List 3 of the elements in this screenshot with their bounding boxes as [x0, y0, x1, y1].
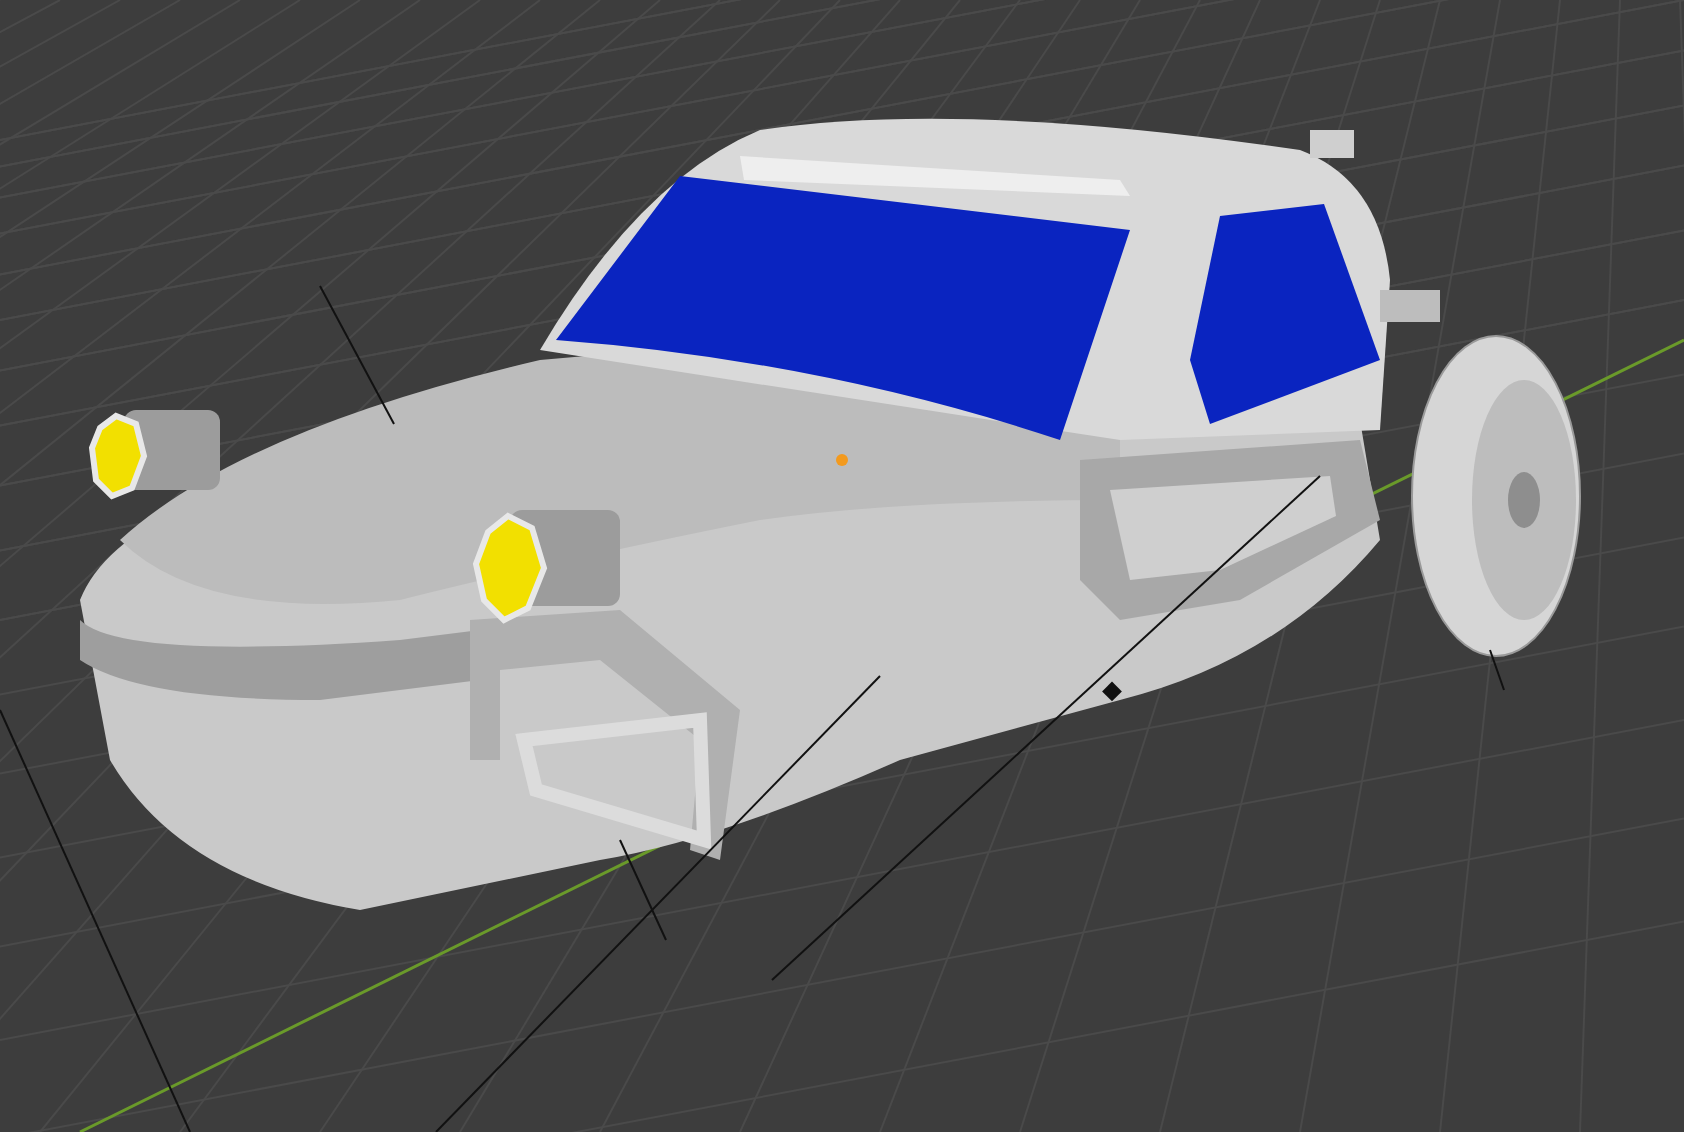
wire-line — [1489, 649, 1505, 691]
wire-line — [319, 285, 395, 425]
3d-viewport[interactable] — [0, 0, 1684, 1132]
